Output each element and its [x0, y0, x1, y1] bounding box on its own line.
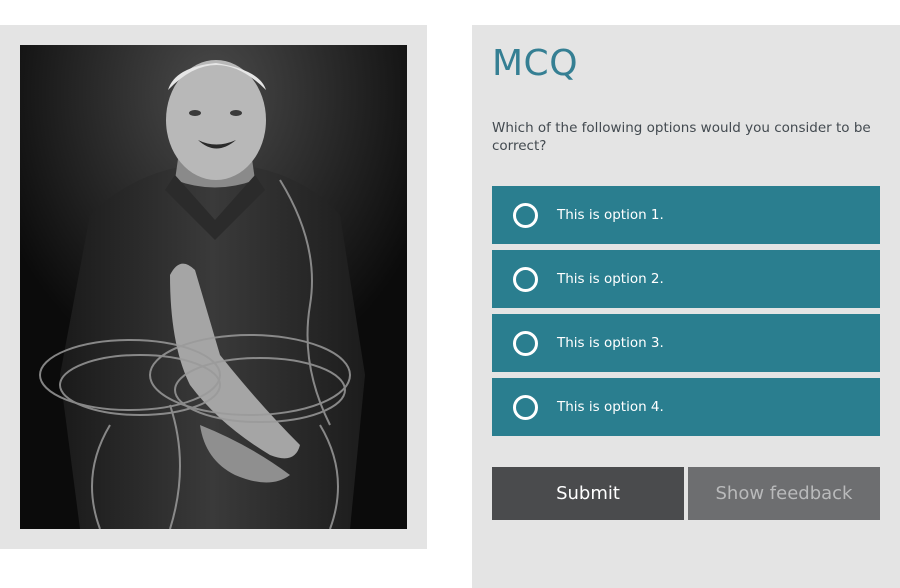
- mcq-panel: MCQ Which of the following options would…: [472, 25, 900, 588]
- show-feedback-button[interactable]: Show feedback: [688, 467, 880, 520]
- option-label: This is option 1.: [557, 207, 664, 223]
- option-label: This is option 3.: [557, 335, 664, 351]
- radio-icon[interactable]: [513, 266, 538, 292]
- question-text: Which of the following options would you…: [492, 120, 871, 154]
- person-photo: [20, 45, 407, 529]
- radio-icon[interactable]: [513, 394, 538, 420]
- options-list: This is option 1. This is option 2. This…: [492, 186, 880, 442]
- question-title: MCQ: [492, 43, 579, 84]
- option-label: This is option 4.: [557, 399, 664, 415]
- option-label: This is option 2.: [557, 271, 664, 287]
- option-2[interactable]: This is option 2.: [492, 250, 880, 308]
- graphic-panel: [0, 25, 427, 549]
- option-3[interactable]: This is option 3.: [492, 314, 880, 372]
- radio-icon[interactable]: [513, 330, 538, 356]
- option-4[interactable]: This is option 4.: [492, 378, 880, 436]
- photo-graphic: [20, 45, 407, 529]
- option-1[interactable]: This is option 1.: [492, 186, 880, 244]
- radio-icon[interactable]: [513, 202, 538, 228]
- button-bar: Submit Show feedback: [492, 467, 880, 520]
- submit-button[interactable]: Submit: [492, 467, 684, 520]
